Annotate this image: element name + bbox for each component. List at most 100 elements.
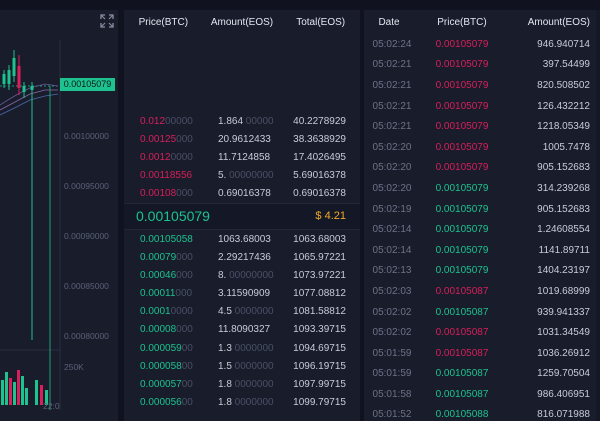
last-price: 0.00105079 xyxy=(136,208,210,225)
price-padding: 000 xyxy=(176,269,193,281)
order-book-row[interactable]: 0.00005600 1.8 0000000 1099.79715 xyxy=(124,394,360,412)
trade-time: 05:02:02 xyxy=(372,327,412,339)
trade-row[interactable]: 05:02:14 0.00105079 1.24608554 xyxy=(364,219,600,240)
order-book-row[interactable]: 0.01200000 1.864 00000 40.2278929 xyxy=(124,112,360,130)
last-price-bar: 0.00105079 $ 4.21 xyxy=(124,202,360,230)
trade-amount: 314.239268 xyxy=(537,182,590,194)
price-main: 0.00079 xyxy=(140,251,177,263)
candlestick-chart-panel[interactable]: 0.00105079 0.00100000 0.00095000 0.00090… xyxy=(0,10,118,421)
trades-list: 05:02:24 0.00105079 946.940714 05:02:21 … xyxy=(364,34,600,421)
order-book-row[interactable]: 0.00008000 11.8090327 1093.39715 xyxy=(124,321,360,339)
order-book-row[interactable]: 0.00046000 8. 00000000 1073.97221 xyxy=(124,266,360,284)
order-book-row[interactable]: 0.00108000 0.69016378 0.69016378 xyxy=(124,185,360,203)
trade-amount: 946.940714 xyxy=(537,38,590,50)
trade-row[interactable]: 05:02:21 0.00105079 820.508502 xyxy=(364,75,600,96)
trade-row[interactable]: 05:02:21 0.00105079 397.54499 xyxy=(364,55,600,76)
volume-axis-label: 250K xyxy=(64,362,84,372)
price-main: 0.000057 xyxy=(140,379,182,391)
trade-row[interactable]: 05:01:52 0.00105088 816.071988 xyxy=(364,405,600,421)
order-book-row[interactable]: 0.00125000 20.9612433 38.3638929 xyxy=(124,130,360,148)
trade-time: 05:02:19 xyxy=(372,203,412,215)
amount-main: 1.5 xyxy=(218,360,232,372)
trade-amount: 816.071988 xyxy=(537,409,590,421)
scrollbar[interactable] xyxy=(596,10,600,421)
row-total: 38.3638929 xyxy=(293,133,346,145)
row-total: 1096.19715 xyxy=(293,360,346,372)
trade-row[interactable]: 05:02:19 0.00105079 905.152683 xyxy=(364,199,600,220)
row-price: 0.00011000 xyxy=(124,288,204,299)
trade-amount: 126.432212 xyxy=(537,100,590,112)
trade-row[interactable]: 05:01:58 0.00105087 986.406951 xyxy=(364,384,600,405)
trade-row[interactable]: 05:01:59 0.00105087 1036.26912 xyxy=(364,343,600,364)
trade-time: 05:02:21 xyxy=(372,59,412,71)
price-padding: 00 xyxy=(181,342,193,354)
trade-row[interactable]: 05:02:20 0.00105079 314.239268 xyxy=(364,178,600,199)
trade-price: 0.00105079 xyxy=(435,100,489,112)
row-amount: 11.7124858 xyxy=(204,152,282,163)
trade-row[interactable]: 05:02:03 0.00105087 1019.68999 xyxy=(364,281,600,302)
amount-main: 11.7124858 xyxy=(218,151,271,163)
asks-list: 0.01200000 1.864 00000 40.2278929 0.0012… xyxy=(124,34,360,203)
chart-canvas[interactable] xyxy=(0,10,118,421)
trade-price: 0.00105087 xyxy=(435,388,489,400)
price-main: 0.012 xyxy=(140,115,166,127)
amount-main: 1063.68003 xyxy=(218,233,271,245)
amount-padding: 00000000 xyxy=(226,170,274,182)
trade-row[interactable]: 05:02:14 0.00105079 1141.89711 xyxy=(364,240,600,261)
trade-price: 0.00105079 xyxy=(435,265,489,277)
trade-row[interactable]: 05:02:02 0.00105087 939.941337 xyxy=(364,302,600,323)
row-amount: 1.3 0000000 xyxy=(204,343,282,354)
price-main: 0.000059 xyxy=(140,342,182,354)
trade-amount: 1404.23197 xyxy=(537,265,590,277)
price-main: 0.00046 xyxy=(140,269,177,281)
row-amount: 8. 00000000 xyxy=(204,270,282,281)
order-book-row[interactable]: 0.00005900 1.3 0000000 1094.69715 xyxy=(124,339,360,357)
trade-row[interactable]: 05:02:20 0.00105079 905.152683 xyxy=(364,158,600,179)
trade-time: 05:02:02 xyxy=(372,306,412,318)
row-total: 40.2278929 xyxy=(293,115,346,127)
order-book-row[interactable]: 0.00005800 1.5 0000000 1096.19715 xyxy=(124,357,360,375)
amount-main: 1.3 xyxy=(218,342,232,354)
order-book-row[interactable]: 0.00118556 5. 00000000 5.69016378 xyxy=(124,167,360,185)
trade-price: 0.00105079 xyxy=(435,244,489,256)
y-axis-label: 0.00095000 xyxy=(64,181,109,191)
trade-row[interactable]: 05:01:59 0.00105087 1259.70504 xyxy=(364,364,600,385)
trade-time: 05:01:59 xyxy=(372,347,412,359)
row-amount: 0.69016378 xyxy=(204,188,282,199)
amount-padding: 0000000 xyxy=(231,397,274,409)
trade-row[interactable]: 05:02:21 0.00105079 1218.05349 xyxy=(364,116,600,137)
row-total: 1065.97221 xyxy=(293,251,346,263)
trade-row[interactable]: 05:02:21 0.00105079 126.432212 xyxy=(364,96,600,117)
trade-history-panel: Date Price(BTC) Amount(EOS) 05:02:24 0.0… xyxy=(364,10,600,421)
row-amount: 1063.68003 xyxy=(204,234,282,245)
trade-price: 0.00105079 xyxy=(435,141,489,153)
price-main: 0.00105058 xyxy=(140,233,193,245)
row-total: 1093.39715 xyxy=(293,324,346,336)
amount-padding: 00000000 xyxy=(226,269,274,281)
amount-padding: 00000 xyxy=(243,115,274,127)
row-amount: 4.5 0000000 xyxy=(204,306,282,317)
trade-row[interactable]: 05:02:20 0.00105079 1005.7478 xyxy=(364,137,600,158)
order-book-row[interactable]: 0.00079000 2.29217436 1065.97221 xyxy=(124,248,360,266)
price-padding: 0000 xyxy=(170,151,193,163)
trade-price: 0.00105087 xyxy=(435,327,489,339)
price-header: Price(BTC) xyxy=(138,16,189,28)
trade-row[interactable]: 05:02:13 0.00105079 1404.23197 xyxy=(364,261,600,282)
amount-main: 1.8 xyxy=(218,379,232,391)
trade-amount: 1031.34549 xyxy=(537,327,590,339)
order-book-row[interactable]: 0.00105058 1063.68003 1063.68003 xyxy=(124,230,360,248)
trade-row[interactable]: 05:02:24 0.00105079 946.940714 xyxy=(364,34,600,55)
trade-row[interactable]: 05:02:02 0.00105087 1031.34549 xyxy=(364,322,600,343)
trade-amount: 1.24608554 xyxy=(537,224,590,236)
row-amount: 1.5 0000000 xyxy=(204,361,282,372)
trade-price: 0.00105079 xyxy=(435,182,489,194)
order-book-row[interactable]: 0.00120000 11.7124858 17.4026495 xyxy=(124,148,360,166)
row-total: 5.69016378 xyxy=(293,170,346,182)
row-price: 0.01200000 xyxy=(124,116,204,127)
order-book-row[interactable]: 0.00005700 1.8 0000000 1097.99715 xyxy=(124,375,360,393)
order-book-header: Price(BTC) Amount(EOS) Total(EOS) xyxy=(124,10,360,34)
price-main: 0.00108 xyxy=(140,188,177,200)
trade-price: 0.00105079 xyxy=(435,203,489,215)
order-book-row[interactable]: 0.00010000 4.5 0000000 1081.58812 xyxy=(124,303,360,321)
order-book-row[interactable]: 0.00011000 3.11590909 1077.08812 xyxy=(124,285,360,303)
